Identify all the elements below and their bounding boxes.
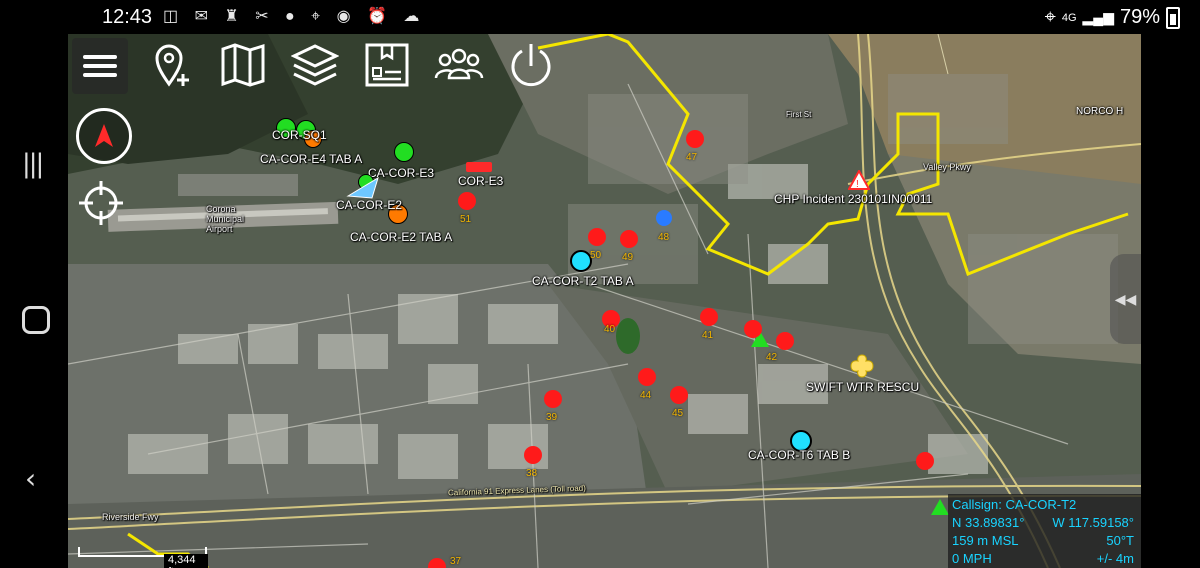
label-ca-cor-e2-tab-a: CA-COR-E2 TAB A bbox=[350, 230, 453, 244]
panel-collapse-tab[interactable]: ◀◀ bbox=[1110, 254, 1141, 344]
files-icon bbox=[365, 43, 409, 87]
speed-text: 0 MPH bbox=[952, 551, 992, 566]
green-triangle-icon[interactable] bbox=[930, 498, 950, 516]
point-red[interactable] bbox=[700, 308, 718, 326]
power-button[interactable] bbox=[504, 38, 558, 92]
longitude-text: W 117.59158° bbox=[1052, 515, 1134, 530]
label-ca-cor-e2: CA-COR-E2 bbox=[336, 198, 403, 212]
contacts-icon bbox=[434, 48, 484, 80]
status-bar: 12:43 ◫ ✉ ♜ ✂ ● ⌖ ◉ ⏰ ☁ ⌖ 4G ▂▄▆ 79% bbox=[0, 0, 1200, 34]
point-number: 50 bbox=[590, 250, 602, 261]
scale-bar: 4,344 ft bbox=[78, 546, 208, 568]
map-label-valley-pkwy: Valley Pkwy bbox=[923, 162, 971, 172]
label-swift-wtr-rescu: SWIFT WTR RESCU bbox=[806, 380, 920, 394]
point-number: 51 bbox=[460, 214, 472, 225]
marker-cyan[interactable] bbox=[570, 250, 592, 272]
point-number: 37 bbox=[450, 556, 462, 567]
point-red[interactable] bbox=[686, 130, 704, 148]
map-label-airport: Corona Municipal Airport bbox=[206, 204, 245, 234]
marker-blue[interactable] bbox=[656, 210, 672, 226]
scale-bar-label: 4,344 ft bbox=[164, 554, 208, 568]
unknown-marker-icon[interactable] bbox=[850, 354, 874, 383]
point-number: 42 bbox=[766, 352, 778, 363]
latitude-text: N 33.89831° bbox=[952, 515, 1025, 530]
location-icon: ⌖ bbox=[1044, 6, 1056, 28]
accuracy-text: +/- 4m bbox=[1096, 551, 1134, 566]
point-red[interactable] bbox=[588, 228, 606, 246]
layers-button[interactable] bbox=[288, 38, 342, 92]
map-label-norco: NORCO H bbox=[1076, 106, 1124, 117]
map-icon bbox=[221, 43, 265, 87]
satellite-imagery bbox=[68, 34, 1141, 568]
status-time: 12:43 bbox=[102, 6, 153, 28]
point-red[interactable] bbox=[670, 386, 688, 404]
point-number: 47 bbox=[686, 152, 698, 163]
label-ca-cor-t2-tab-a: CA-COR-T2 TAB A bbox=[532, 274, 634, 288]
point-number: 48 bbox=[658, 232, 670, 243]
self-position-arrow-icon[interactable] bbox=[346, 176, 380, 200]
point-red[interactable] bbox=[776, 332, 794, 350]
label-ca-cor-e4-tab-a: CA-COR-E4 TAB A bbox=[260, 152, 363, 166]
recents-icon[interactable]: ||| bbox=[22, 149, 44, 179]
point-number: 44 bbox=[640, 390, 652, 401]
battery-icon bbox=[1166, 6, 1180, 29]
point-red[interactable] bbox=[638, 368, 656, 386]
menu-icon bbox=[83, 55, 117, 77]
battery-percent: 79% bbox=[1119, 6, 1160, 28]
point-red[interactable] bbox=[620, 230, 638, 248]
point-number: 41 bbox=[702, 330, 714, 341]
contacts-button[interactable] bbox=[432, 38, 486, 92]
point-red[interactable] bbox=[744, 320, 762, 338]
chevron-double-left-icon: ◀◀ bbox=[1114, 290, 1137, 307]
back-icon[interactable]: ‹ bbox=[25, 462, 36, 495]
map-label-riverside-fwy: Riverside Fwy bbox=[102, 512, 159, 522]
point-red[interactable] bbox=[524, 446, 542, 464]
vehicle-icon[interactable] bbox=[466, 162, 492, 172]
point-red[interactable] bbox=[458, 192, 476, 210]
add-point-icon bbox=[155, 44, 189, 87]
right-black-bar bbox=[1141, 34, 1200, 568]
point-number: 38 bbox=[526, 468, 538, 479]
label-cor-e3: COR-E3 bbox=[458, 174, 504, 188]
point-number: 45 bbox=[672, 408, 684, 419]
altitude-text: 159 m MSL bbox=[952, 533, 1019, 548]
layers-icon bbox=[291, 44, 339, 86]
map-label-first-st: First St bbox=[786, 110, 812, 119]
android-nav-bar: ||| ‹ bbox=[0, 34, 68, 568]
label-chp-incident: CHP Incident 230101IN00011 bbox=[774, 192, 933, 206]
map-button[interactable] bbox=[216, 38, 270, 92]
files-button[interactable] bbox=[360, 38, 414, 92]
heading-text: 50°T bbox=[1106, 533, 1134, 548]
point-red[interactable] bbox=[544, 390, 562, 408]
callsign-text: Callsign: CA-COR-T2 bbox=[952, 497, 1077, 512]
crosshair-icon bbox=[79, 181, 123, 225]
network-type: 4G bbox=[1061, 11, 1077, 24]
power-icon bbox=[511, 44, 551, 87]
signal-icon: ▂▄▆ bbox=[1082, 9, 1114, 25]
menu-button[interactable] bbox=[72, 38, 128, 94]
marker-green[interactable] bbox=[394, 142, 414, 162]
point-number: 39 bbox=[546, 412, 558, 423]
point-number: 49 bbox=[622, 252, 634, 263]
self-info-panel[interactable]: Callsign: CA-COR-T2 N 33.89831° W 117.59… bbox=[948, 494, 1141, 568]
compass-button[interactable] bbox=[76, 108, 132, 164]
status-right: ⌖ 4G ▂▄▆ 79% bbox=[1045, 6, 1180, 29]
add-point-button[interactable] bbox=[146, 38, 200, 92]
point-number: 40 bbox=[604, 324, 616, 335]
label-cor-sq1: COR-SQ1 bbox=[272, 128, 327, 142]
map-view[interactable]: Corona Municipal Airport NORCO H Califor… bbox=[68, 34, 1141, 568]
svg-text:!: ! bbox=[856, 179, 859, 190]
north-arrow-icon bbox=[95, 124, 113, 147]
notification-icons: ◫ ✉ ♜ ✂ ● ⌖ ◉ ⏰ ☁ bbox=[163, 8, 426, 25]
label-ca-cor-t6-tab-b: CA-COR-T6 TAB B bbox=[748, 448, 851, 462]
point-red[interactable] bbox=[916, 452, 934, 470]
home-icon[interactable] bbox=[22, 306, 50, 334]
locate-button[interactable] bbox=[76, 178, 126, 228]
